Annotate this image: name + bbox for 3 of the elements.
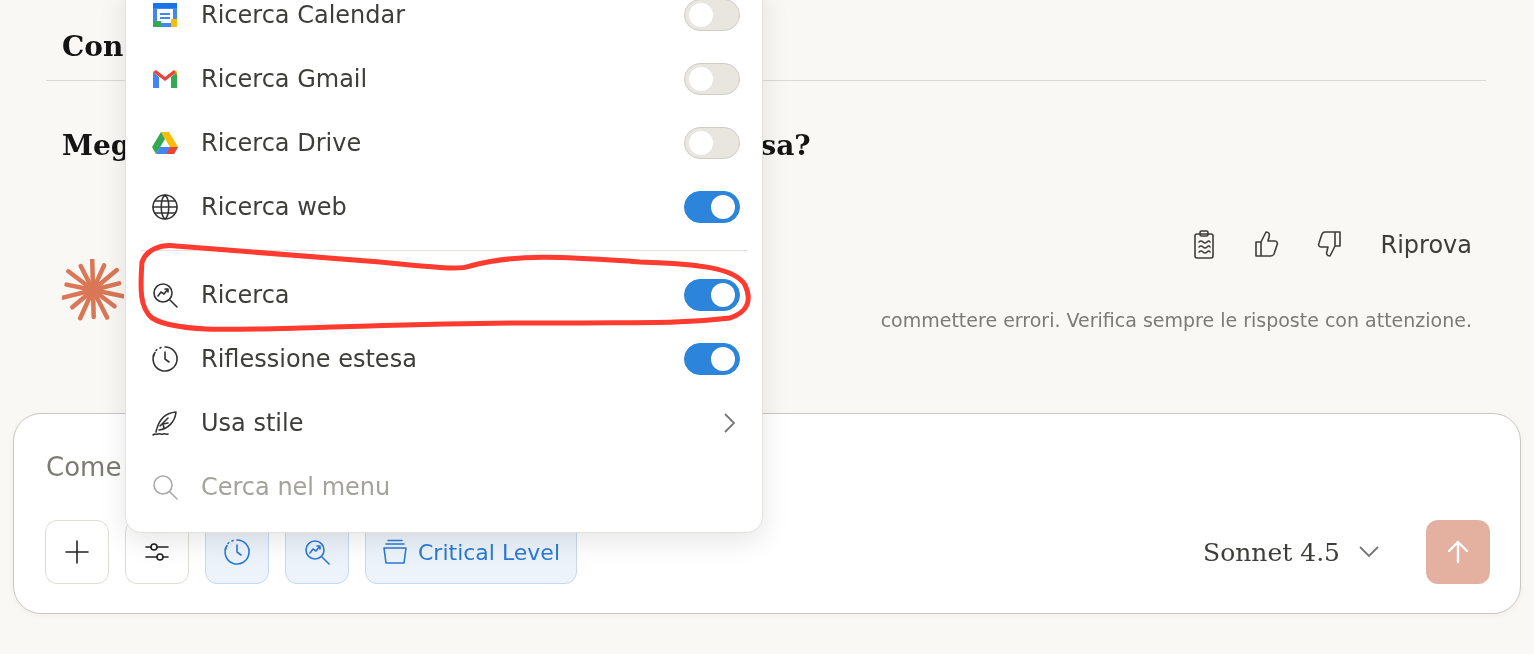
- heading-fragment: sa?: [760, 128, 811, 164]
- disclaimer-text: commettere errori. Verifica sempre le risposte con attenzione.: [880, 308, 1472, 333]
- heading-fragment: Con: [62, 30, 124, 63]
